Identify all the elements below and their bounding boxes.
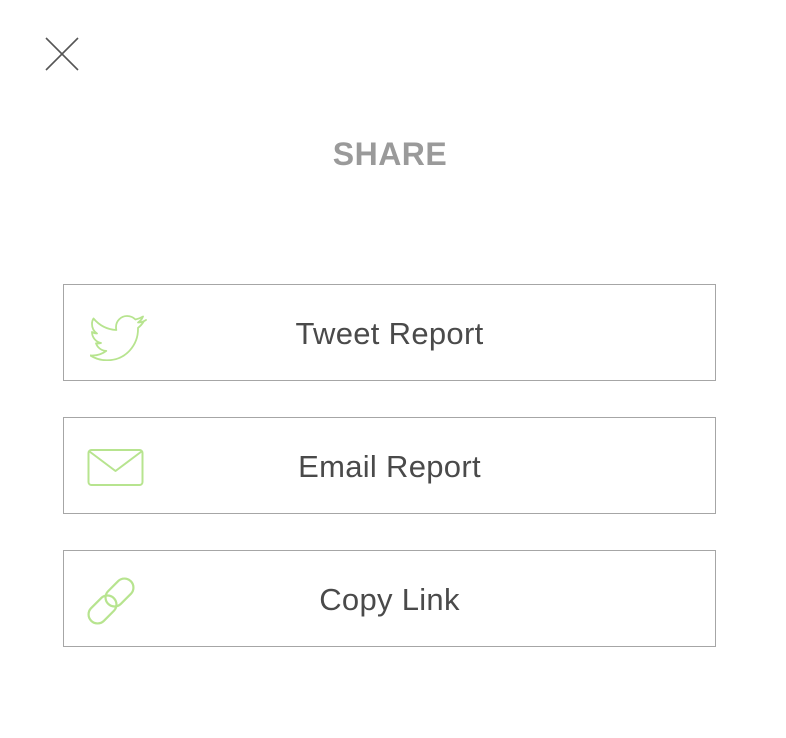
close-icon (45, 37, 79, 71)
copy-link-button[interactable]: Copy Link (63, 550, 716, 647)
email-report-label: Email Report (298, 449, 481, 484)
tweet-report-label: Tweet Report (295, 316, 484, 351)
close-button[interactable] (40, 32, 84, 76)
dialog-title: SHARE (332, 136, 448, 172)
copy-link-label: Copy Link (319, 582, 460, 617)
email-report-button[interactable]: Email Report (63, 417, 716, 514)
tweet-report-button[interactable]: Tweet Report (63, 284, 716, 381)
